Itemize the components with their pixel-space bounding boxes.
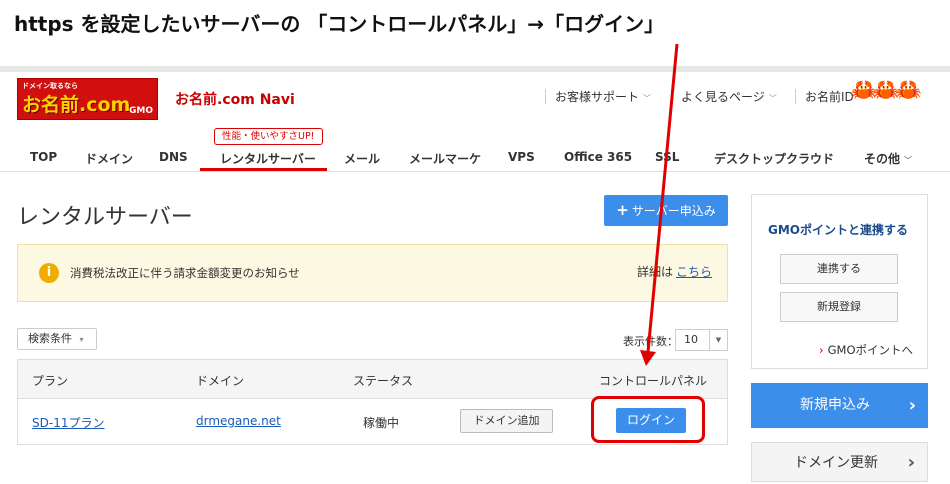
arrow-line	[646, 43, 679, 353]
annotation-arrow	[640, 43, 679, 366]
arrow-head	[640, 350, 656, 366]
